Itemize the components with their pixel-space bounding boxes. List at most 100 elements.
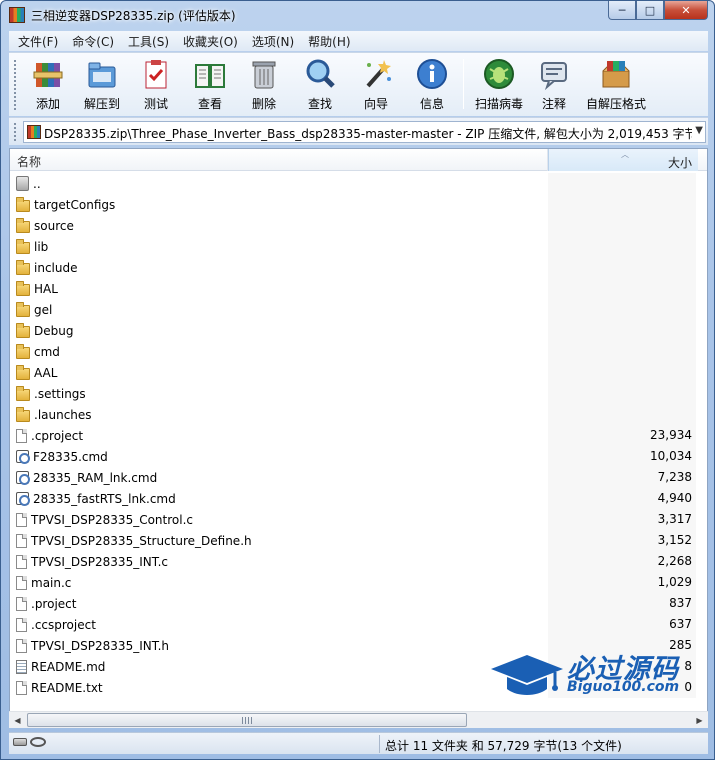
extract-to-icon xyxy=(85,57,119,91)
file-row[interactable]: main.c 1,029 xyxy=(10,572,707,593)
file-row[interactable]: .. xyxy=(10,173,707,194)
address-bar-grip[interactable] xyxy=(13,122,17,142)
chevron-down-icon[interactable]: ▼ xyxy=(695,125,703,136)
file-row[interactable]: .cproject 23,934 xyxy=(10,425,707,446)
file-name-cell: TPVSI_DSP28335_Structure_Define.h xyxy=(16,530,252,551)
file-row[interactable]: lib xyxy=(10,236,707,257)
file-row[interactable]: HAL xyxy=(10,278,707,299)
delete-button[interactable]: 删除 xyxy=(237,57,291,113)
file-size xyxy=(548,194,696,215)
folder-icon xyxy=(16,322,30,338)
folder-icon xyxy=(16,238,30,254)
file-name: TPVSI_DSP28335_INT.c xyxy=(31,554,169,569)
file-row[interactable]: TPVSI_DSP28335_INT.h 285 xyxy=(10,635,707,656)
toolbar: 添加 解压到 测试 查看 删除 查找 向导 信息 扫描病毒 注释 自解压格式 xyxy=(9,52,708,116)
file-row[interactable]: TPVSI_DSP28335_Control.c 3,317 xyxy=(10,509,707,530)
sfx-button[interactable]: 自解压格式 xyxy=(581,57,651,113)
file-row[interactable]: source xyxy=(10,215,707,236)
menu-help[interactable]: 帮助(H) xyxy=(301,33,357,50)
file-row[interactable]: 28335_fastRTS_lnk.cmd 4,940 xyxy=(10,488,707,509)
file-row[interactable]: include xyxy=(10,257,707,278)
scroll-right-arrow-icon[interactable]: ▶ xyxy=(691,712,708,728)
add-button[interactable]: 添加 xyxy=(21,57,75,113)
file-row[interactable]: Debug xyxy=(10,320,707,341)
wizard-button[interactable]: 向导 xyxy=(349,57,403,113)
sfx-icon xyxy=(599,57,633,91)
file-row[interactable]: README.md 8 xyxy=(10,656,707,677)
file-row[interactable]: .project 837 xyxy=(10,593,707,614)
file-name: main.c xyxy=(31,575,72,590)
column-header-name[interactable]: 名称 xyxy=(10,149,548,171)
toolbar-grip[interactable] xyxy=(13,59,17,111)
address-field[interactable]: DSP28335.zip\Three_Phase_Inverter_Bass_d… xyxy=(23,121,706,143)
sort-arrow-icon: ︿ xyxy=(621,150,629,159)
file-name: HAL xyxy=(34,281,58,296)
file-size xyxy=(548,215,696,236)
file-name: Debug xyxy=(34,323,74,338)
file-row[interactable]: .settings xyxy=(10,383,707,404)
file-row[interactable]: AAL xyxy=(10,362,707,383)
menu-favorites[interactable]: 收藏夹(O) xyxy=(176,33,245,50)
extract-to-button[interactable]: 解压到 xyxy=(75,57,129,113)
menu-tools[interactable]: 工具(S) xyxy=(121,33,176,50)
file-name: targetConfigs xyxy=(34,197,116,212)
test-button[interactable]: 测试 xyxy=(129,57,183,113)
minimize-button[interactable]: ─ xyxy=(608,1,636,20)
column-header-size[interactable]: ︿ 大小 xyxy=(548,149,698,171)
file-row[interactable]: .launches xyxy=(10,404,707,425)
comment-icon xyxy=(537,57,571,91)
file-size: 637 xyxy=(548,614,696,635)
comment-button[interactable]: 注释 xyxy=(527,57,581,113)
file-name-cell: targetConfigs xyxy=(16,194,115,215)
file-row[interactable]: README.txt 0 xyxy=(10,677,707,698)
view-icon xyxy=(193,57,227,91)
add-label: 添加 xyxy=(35,97,60,111)
view-button[interactable]: 查看 xyxy=(183,57,237,113)
file-row[interactable]: TPVSI_DSP28335_INT.c 2,268 xyxy=(10,551,707,572)
file-row[interactable]: .ccsproject 637 xyxy=(10,614,707,635)
menu-commands[interactable]: 命令(C) xyxy=(65,33,121,50)
file-row[interactable]: targetConfigs xyxy=(10,194,707,215)
menu-options[interactable]: 选项(N) xyxy=(245,33,301,50)
file-row[interactable]: 28335_RAM_lnk.cmd 7,238 xyxy=(10,467,707,488)
title-bar: 三相逆变器DSP28335.zip (评估版本) ─ □ ✕ xyxy=(1,1,714,29)
file-name: README.txt xyxy=(31,680,103,695)
comment-label: 注释 xyxy=(541,97,566,111)
file-name: .launches xyxy=(34,407,92,422)
horizontal-scrollbar[interactable]: ◀ ▶ xyxy=(9,711,708,728)
file-size: 3,317 xyxy=(548,509,696,530)
scrollbar-thumb[interactable] xyxy=(27,713,467,727)
file-row[interactable]: F28335.cmd 10,034 xyxy=(10,446,707,467)
file-name-cell: include xyxy=(16,257,77,278)
file-name: AAL xyxy=(34,365,58,380)
menu-file[interactable]: 文件(F) xyxy=(11,33,65,50)
file-name-cell: F28335.cmd xyxy=(16,446,108,467)
file-list[interactable]: 名称 ︿ 大小 .. targetConfigs source lib include H… xyxy=(9,148,708,728)
close-button[interactable]: ✕ xyxy=(664,1,708,20)
find-icon xyxy=(303,57,337,91)
key-icon[interactable] xyxy=(30,737,46,747)
file-size: 2,268 xyxy=(548,551,696,572)
file-row[interactable]: gel xyxy=(10,299,707,320)
info-button[interactable]: 信息 xyxy=(405,57,459,113)
drive-icon[interactable] xyxy=(13,738,27,746)
virus-scan-button[interactable]: 扫描病毒 xyxy=(469,57,529,113)
maximize-button[interactable]: □ xyxy=(636,1,664,20)
find-label: 查找 xyxy=(307,97,332,111)
folder-icon xyxy=(16,217,30,233)
wizard-label: 向导 xyxy=(363,97,388,111)
scroll-left-arrow-icon[interactable]: ◀ xyxy=(9,712,26,728)
find-button[interactable]: 查找 xyxy=(293,57,347,113)
file-icon xyxy=(16,428,27,443)
file-name: cmd xyxy=(34,344,60,359)
status-summary: 总计 11 文件夹 和 57,729 字节(13 个文件) xyxy=(385,739,622,753)
file-size xyxy=(548,320,696,341)
info-label: 信息 xyxy=(419,97,444,111)
folder-icon xyxy=(16,280,30,296)
winrar-app-icon xyxy=(9,7,25,23)
file-row[interactable]: TPVSI_DSP28335_Structure_Define.h 3,152 xyxy=(10,530,707,551)
file-size: 4,940 xyxy=(548,488,696,509)
file-size: 10,034 xyxy=(548,446,696,467)
file-name-cell: cmd xyxy=(16,341,60,362)
file-row[interactable]: cmd xyxy=(10,341,707,362)
